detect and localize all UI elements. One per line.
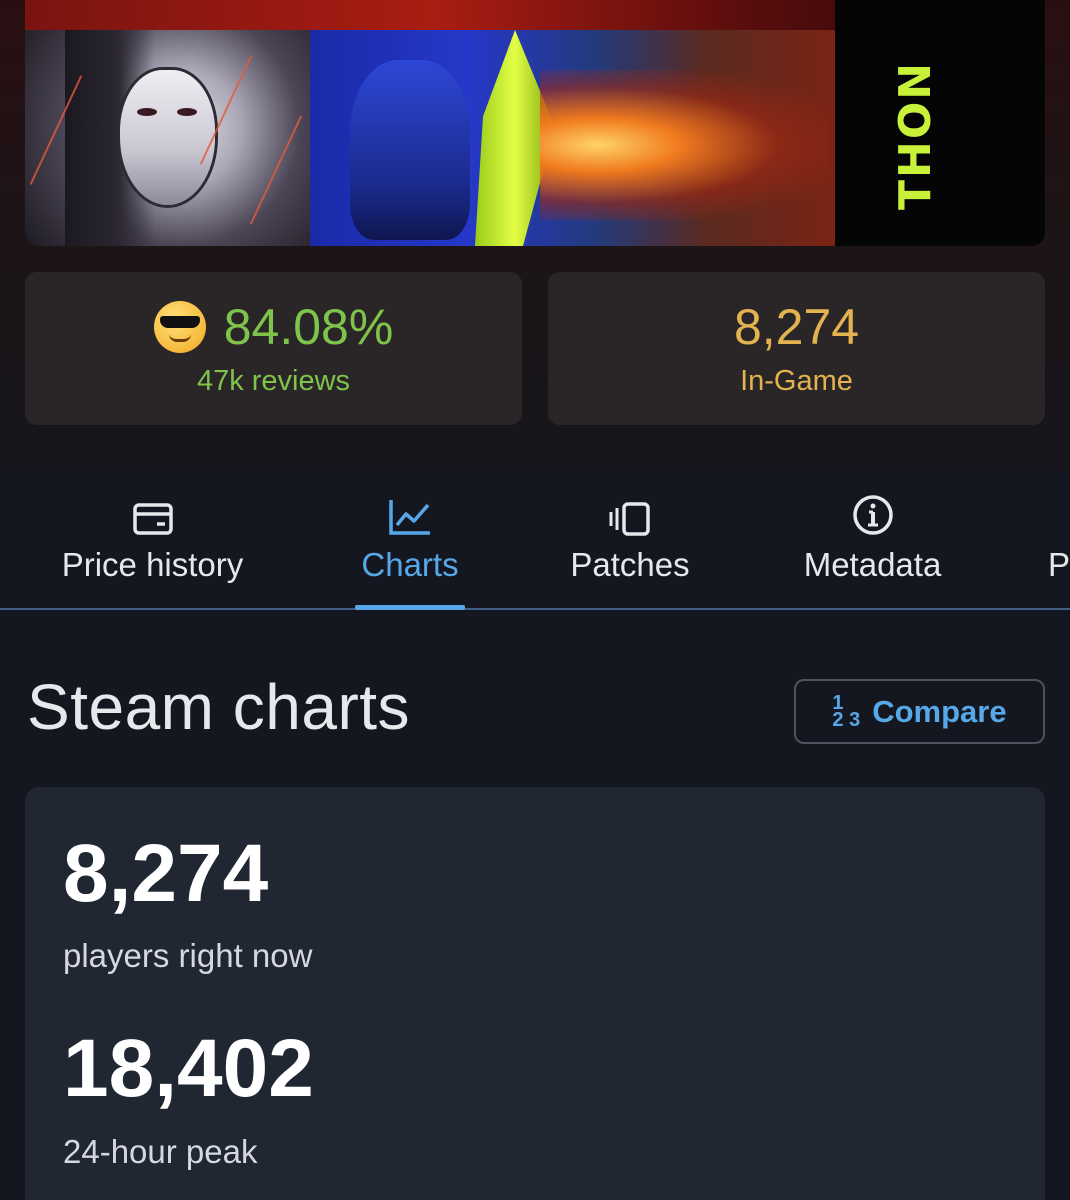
tab-metadata[interactable]: Metadata [790, 494, 955, 610]
in-game-label: In-Game [740, 365, 853, 397]
current-players-label: players right now [63, 937, 313, 974]
peak-players-value: 18,402 [63, 1023, 314, 1114]
tab-bar: Price history Charts Patches Metadata P [0, 470, 1070, 610]
active-tab-indicator [355, 605, 465, 610]
in-game-count: 8,274 [733, 299, 860, 355]
current-players-value: 8,274 [63, 828, 269, 919]
in-game-card[interactable]: 8,274 In-Game [548, 272, 1045, 425]
page-title: Steam charts [27, 671, 411, 743]
banner-title-panel: THON [835, 0, 1045, 246]
compare-button[interactable]: 1 2 3 Compare [794, 679, 1045, 744]
peak-players-label: 24-hour peak [63, 1133, 258, 1170]
line-chart-icon [355, 494, 465, 536]
tab-label: Price history [61, 546, 244, 583]
info-icon [790, 494, 955, 536]
tab-label: Metadata [803, 546, 942, 583]
patches-icon [560, 494, 700, 536]
rating-percent: 84.08% [223, 299, 394, 355]
review-count: 47k reviews [196, 365, 351, 397]
banner-character-panel [25, 30, 310, 246]
tab-patches[interactable]: Patches [560, 494, 700, 610]
tab-label: Patches [570, 546, 690, 583]
tab-overflow[interactable]: P [1048, 494, 1070, 610]
numbers-icon: 1 2 3 [832, 691, 861, 731]
tab-charts[interactable]: Charts [355, 494, 465, 610]
banner-mech-panel [310, 30, 835, 246]
steam-charts-card: 8,274 players right now 18,402 24-hour p… [25, 787, 1045, 1200]
rating-card[interactable]: 84.08% 47k reviews [25, 272, 522, 425]
tab-label: P [1048, 546, 1070, 583]
banner-title-text: THON [890, 60, 941, 210]
sunglasses-face-icon [153, 301, 206, 353]
tab-price-history[interactable]: Price history [40, 494, 265, 610]
compare-label: Compare [872, 693, 1007, 729]
credit-card-icon [40, 494, 265, 536]
game-banner-image: THON [25, 0, 1045, 246]
tab-label: Charts [361, 546, 459, 583]
